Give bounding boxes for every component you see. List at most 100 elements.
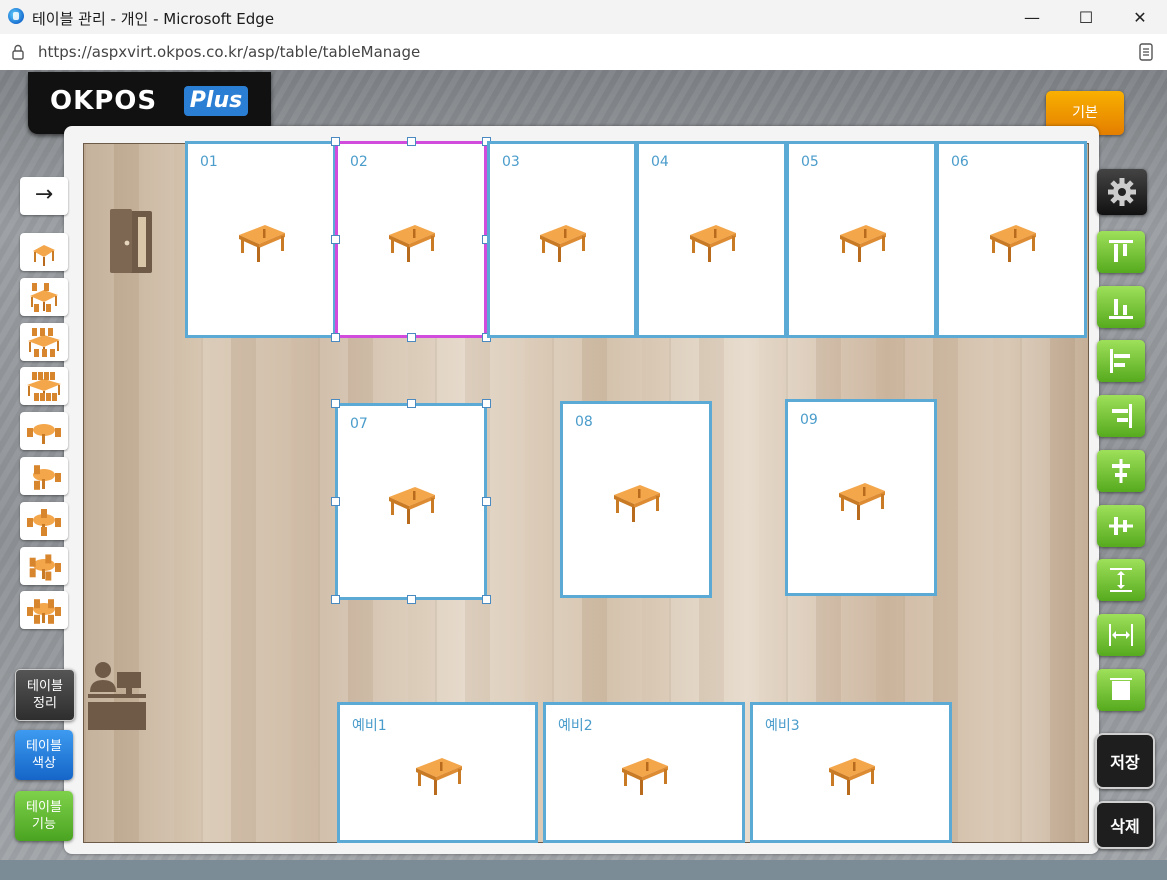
table-desk-icon: [238, 224, 285, 262]
table-arrange-button[interactable]: 테이블 정리: [15, 669, 75, 721]
table-number: 06: [951, 154, 969, 170]
reader-mode-icon[interactable]: [1139, 43, 1153, 61]
table-type-button-6[interactable]: [20, 457, 68, 495]
table-number: 01: [200, 154, 218, 170]
url-text[interactable]: https://aspxvirt.okpos.co.kr/asp/table/t…: [38, 43, 420, 61]
table-7[interactable]: 07: [335, 403, 487, 600]
table-type-button-1[interactable]: [20, 233, 68, 271]
same-size-icon: [1110, 677, 1132, 700]
counter-icon[interactable]: [86, 660, 148, 730]
resize-handle[interactable]: [406, 333, 416, 342]
table-desk-icon: [689, 224, 736, 262]
align-button-9[interactable]: [1097, 668, 1145, 711]
table-2[interactable]: 02: [335, 141, 487, 338]
table-6[interactable]: 06: [936, 141, 1087, 338]
table-type-button-3[interactable]: [20, 322, 68, 361]
resize-handle[interactable]: [406, 399, 416, 408]
table-desk-icon: [989, 224, 1036, 262]
resize-handle[interactable]: [482, 399, 491, 408]
table-type-button-9[interactable]: [20, 591, 68, 630]
table-color-button[interactable]: 테이블 색상: [15, 730, 73, 780]
resize-handle[interactable]: [331, 399, 340, 408]
resize-handle[interactable]: [331, 497, 340, 506]
round-table-4-icon: [27, 508, 61, 536]
align-button-4[interactable]: [1097, 395, 1145, 438]
settings-button[interactable]: [1097, 169, 1147, 215]
align-button-3[interactable]: [1097, 340, 1145, 383]
resize-handle[interactable]: [406, 595, 416, 604]
resize-handle[interactable]: [482, 595, 491, 604]
table-number: 02: [350, 154, 368, 170]
table-number: 07: [350, 416, 368, 432]
gear-icon: [1108, 178, 1136, 206]
table-11[interactable]: 예비2: [543, 702, 745, 843]
table-desk-icon: [839, 482, 885, 520]
delete-button[interactable]: 삭제: [1095, 801, 1155, 849]
table-desk-icon: [614, 484, 660, 522]
table-color-label: 테이블 색상: [26, 739, 62, 771]
align-button-6[interactable]: [1097, 504, 1145, 547]
table-number: 예비1: [352, 718, 387, 734]
close-button[interactable]: ✕: [1113, 0, 1167, 34]
table-number: 09: [800, 412, 818, 428]
table-8[interactable]: 08: [560, 401, 712, 598]
address-bar: https://aspxvirt.okpos.co.kr/asp/table/t…: [0, 34, 1167, 71]
table-function-label: 테이블 기능: [26, 800, 62, 832]
table-1[interactable]: 01: [185, 141, 336, 338]
align-center-vertical-icon: [1112, 458, 1130, 483]
round-table-3-icon: [33, 465, 61, 490]
align-button-2[interactable]: [1097, 285, 1145, 328]
align-top-icon: [1109, 240, 1133, 262]
distribute-horizontal-icon: [1109, 623, 1133, 646]
table-4[interactable]: 04: [636, 141, 787, 338]
table-9[interactable]: 09: [785, 399, 937, 596]
align-bottom-icon: [1109, 298, 1133, 319]
resize-handle[interactable]: [331, 595, 340, 604]
resize-handle[interactable]: [482, 497, 491, 506]
table-type-button-4[interactable]: [20, 367, 68, 406]
align-button-5[interactable]: [1097, 449, 1145, 492]
align-left-icon: [1110, 349, 1130, 374]
align-button-1[interactable]: [1097, 231, 1145, 273]
table-type-button-5[interactable]: [20, 412, 68, 451]
window-title: 테이블 관리 - 개인 - Microsoft Edge: [32, 10, 275, 28]
align-button-8[interactable]: [1097, 613, 1145, 656]
table-type-button-2[interactable]: [20, 277, 68, 316]
table-desk-icon: [540, 224, 586, 262]
table-desk-icon: [829, 757, 875, 795]
table-3[interactable]: 03: [487, 141, 637, 338]
save-button[interactable]: 저장: [1095, 733, 1155, 789]
resize-handle[interactable]: [331, 235, 340, 244]
table-desk-icon: [415, 757, 462, 795]
resize-handle[interactable]: [331, 333, 340, 342]
table-4-icon: [30, 282, 58, 312]
table-type-button-8[interactable]: [20, 546, 68, 585]
table-number: 03: [502, 154, 520, 170]
align-button-7[interactable]: [1097, 559, 1145, 602]
round-table-6-icon: [27, 599, 61, 625]
arrow-tool-button[interactable]: →: [20, 177, 68, 215]
resize-handle[interactable]: [406, 137, 416, 146]
door-icon[interactable]: [108, 207, 156, 275]
table-12[interactable]: 예비3: [750, 702, 952, 843]
table-10[interactable]: 예비1: [337, 702, 538, 843]
align-center-horizontal-icon: [1109, 516, 1133, 535]
table-type-button-7[interactable]: [20, 501, 68, 540]
table-5[interactable]: 05: [786, 141, 937, 338]
table-number: 05: [801, 154, 819, 170]
table-number: 예비2: [558, 718, 593, 734]
table-number: 04: [651, 154, 669, 170]
align-right-icon: [1112, 404, 1132, 429]
edge-app-icon: [8, 8, 24, 24]
table-function-button[interactable]: 테이블 기능: [15, 791, 73, 841]
table-2-icon: [33, 245, 55, 266]
table-desk-icon: [622, 757, 668, 795]
maximize-button[interactable]: ☐: [1059, 0, 1113, 34]
table-arrange-label: 테이블 정리: [27, 679, 63, 711]
round-table-5-icon: [29, 554, 61, 581]
resize-handle[interactable]: [331, 137, 340, 146]
table-6-icon: [28, 327, 60, 357]
table-number: 예비3: [765, 718, 800, 734]
logo-plus-text: Plus: [184, 86, 248, 116]
minimize-button[interactable]: —: [1005, 0, 1059, 34]
